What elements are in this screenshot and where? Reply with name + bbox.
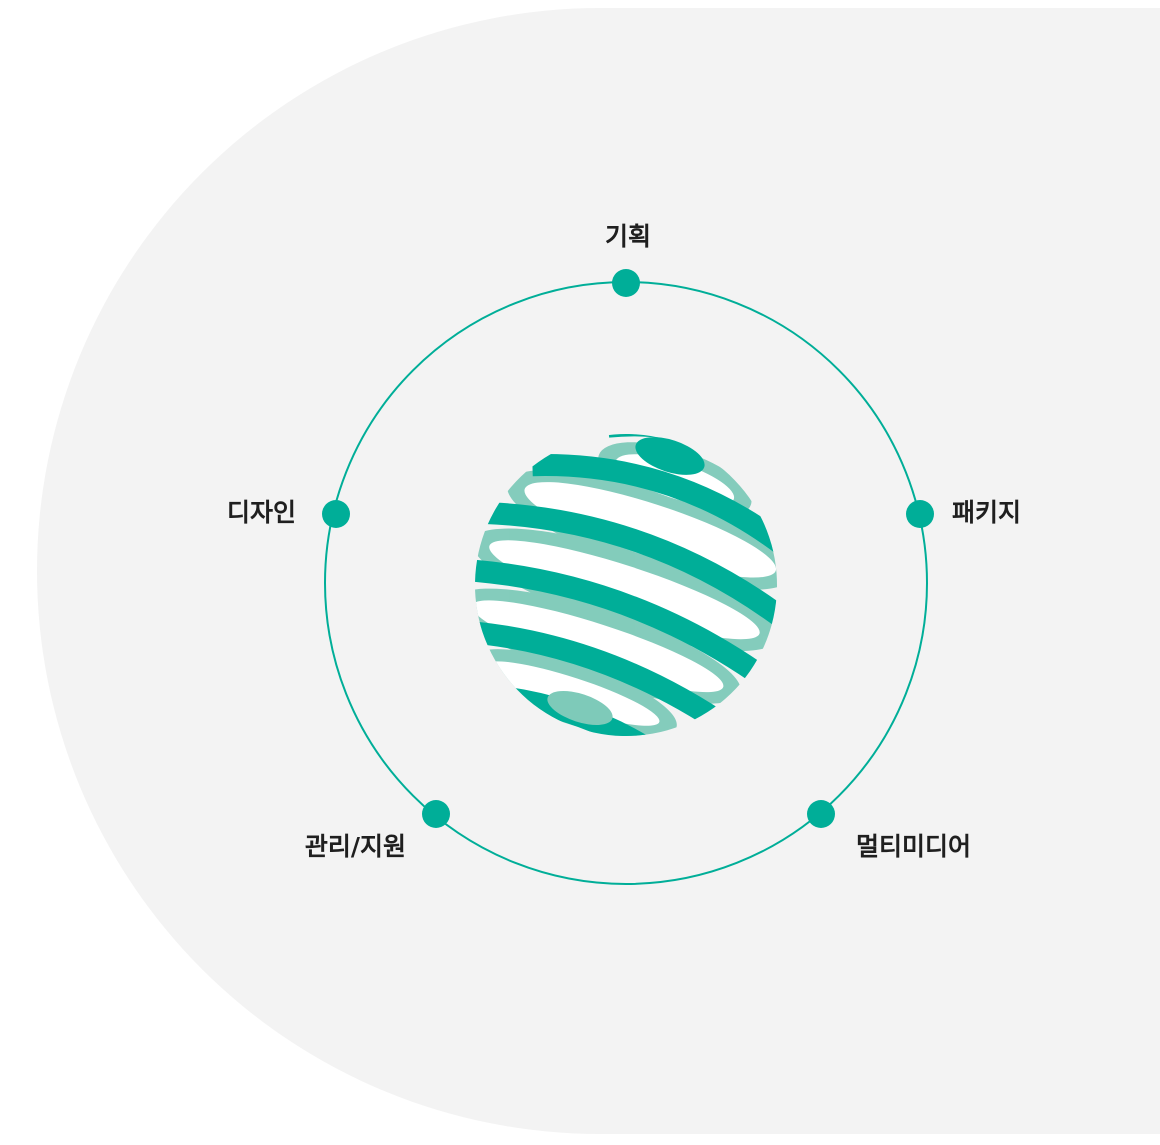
node-label-right: 패키지 <box>952 498 1022 527</box>
diagram-canvas <box>37 8 1160 1134</box>
node-dot-left <box>322 500 350 528</box>
diagram-stage: 기획 패키지 멀티미디어 관리/지원 디자인 <box>0 0 1160 1145</box>
node-label-top: 기획 <box>604 222 652 251</box>
node-dot-bottom-left <box>422 800 450 828</box>
node-label-bottom-right: 멀티미디어 <box>856 832 972 861</box>
node-label-bottom-left: 관리/지원 <box>304 832 406 861</box>
node-dot-bottom-right <box>807 800 835 828</box>
node-dot-top <box>612 269 640 297</box>
node-label-left: 디자인 <box>226 498 296 527</box>
node-dot-right <box>906 500 934 528</box>
